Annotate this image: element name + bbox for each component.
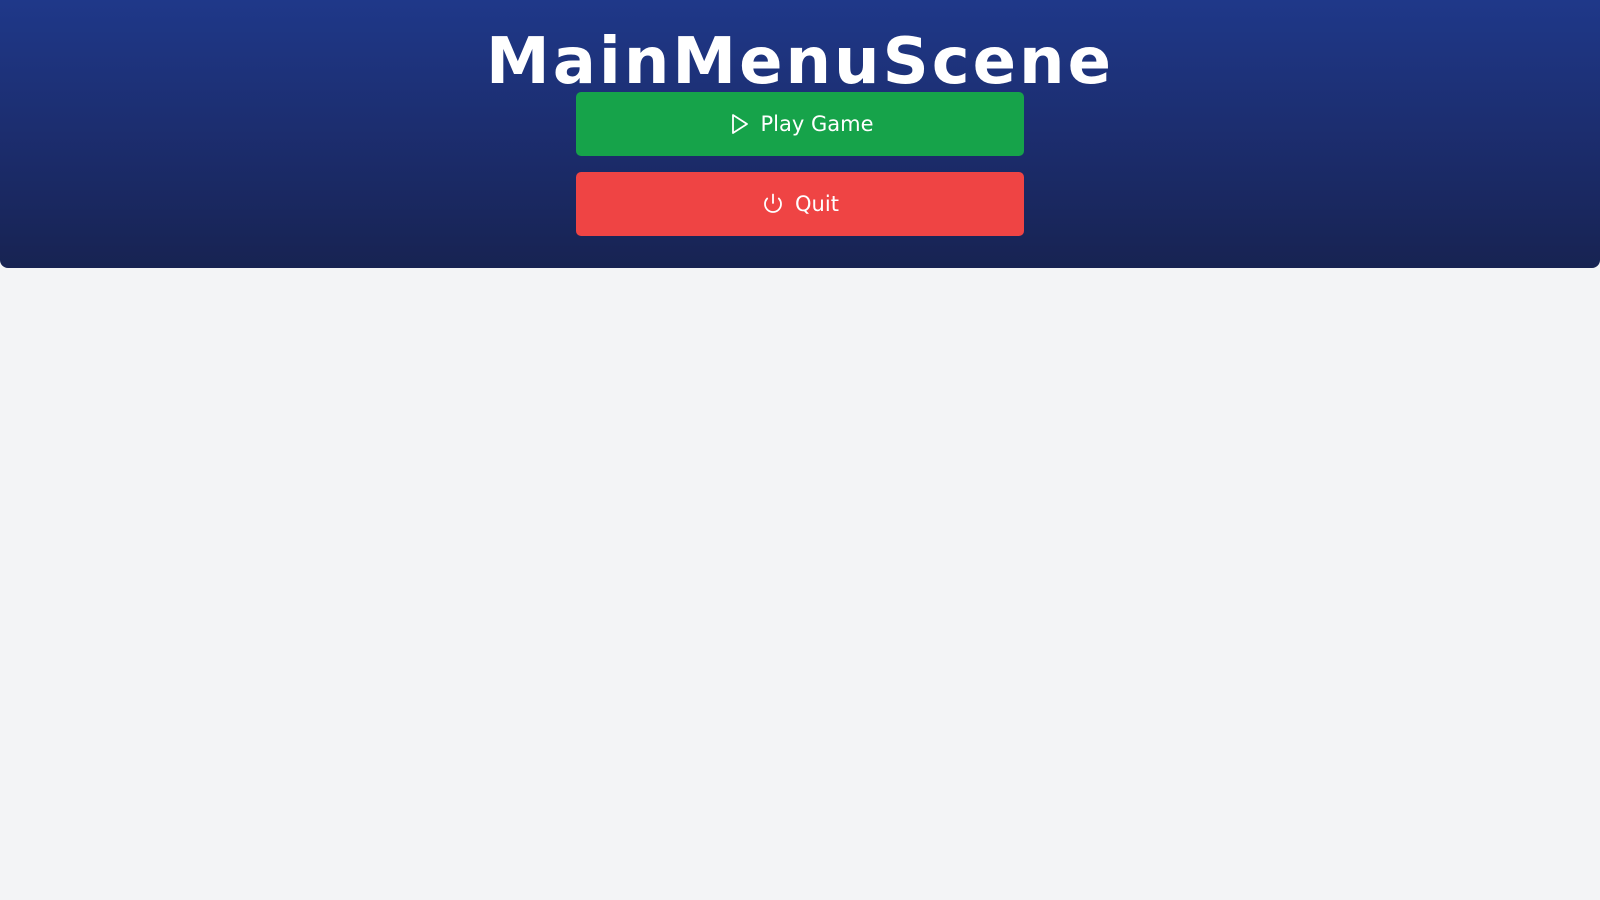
power-icon <box>761 192 785 216</box>
play-game-button[interactable]: Play Game <box>576 92 1024 156</box>
play-game-label: Play Game <box>760 112 874 136</box>
scene-title: MainMenuScene <box>486 25 1114 99</box>
quit-label: Quit <box>795 192 839 216</box>
main-menu-panel: MainMenuScene Play Game Quit <box>0 0 1600 268</box>
quit-button[interactable]: Quit <box>576 172 1024 236</box>
play-icon <box>727 112 751 136</box>
